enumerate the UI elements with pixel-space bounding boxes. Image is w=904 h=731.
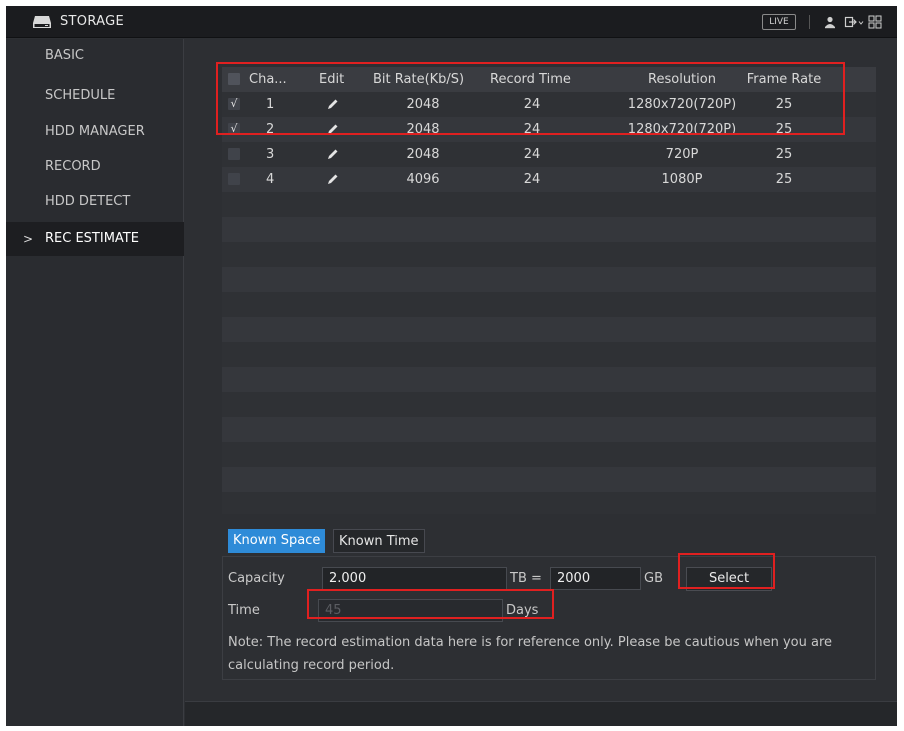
time-label: Time	[228, 603, 260, 618]
edit-icon[interactable]	[327, 148, 339, 160]
cell-channel: 1	[266, 97, 275, 112]
table-row-empty	[222, 242, 876, 267]
cell-frame-rate: 25	[775, 97, 793, 112]
row-checkbox[interactable]	[228, 148, 240, 160]
note-text-line2: calculating record period.	[228, 658, 395, 673]
grid-menu-icon[interactable]	[868, 15, 882, 29]
table-row-empty	[222, 192, 876, 217]
table-row-empty	[222, 367, 876, 392]
cell-frame-rate: 25	[775, 122, 793, 137]
note-text-line1: Note: The record estimation data here is…	[228, 635, 833, 650]
cell-channel: 3	[266, 147, 275, 162]
cell-frame-rate: 25	[775, 147, 793, 162]
tab-known-time[interactable]: Known Time	[333, 529, 425, 553]
header-channel[interactable]: Cha...	[249, 67, 287, 92]
titlebar-divider	[809, 15, 810, 29]
capacity-label: Capacity	[228, 571, 285, 586]
header-frame-rate: Frame Rate	[746, 72, 822, 87]
edit-icon[interactable]	[327, 98, 339, 110]
cell-record-time: 24	[523, 97, 541, 112]
select-button[interactable]: Select	[686, 567, 772, 591]
table-row[interactable]: 4 4096 24 1080P 25	[222, 167, 876, 192]
sidebar-item-label: REC ESTIMATE	[45, 231, 139, 246]
cell-frame-rate: 25	[775, 172, 793, 187]
sidebar-item-label: BASIC	[45, 48, 84, 63]
main-panel: Cha... Edit Bit Rate(Kb/S) Record Time R…	[185, 39, 897, 726]
table-row-empty	[222, 392, 876, 417]
cell-channel: 4	[266, 172, 275, 187]
cell-record-time: 24	[523, 172, 541, 187]
gb-unit-label: GB	[644, 571, 663, 586]
tb-unit-label: TB =	[510, 571, 542, 586]
table-row[interactable]: √ 2 2048 24 1280x720(720P) 25	[222, 117, 876, 142]
table-row-empty	[222, 342, 876, 367]
storage-icon	[33, 16, 51, 28]
title-bar: STORAGE LIVE	[6, 6, 897, 38]
cell-record-time: 24	[523, 147, 541, 162]
cell-bitrate: 4096	[406, 172, 440, 187]
page-title: STORAGE	[60, 14, 124, 29]
sidebar-item-label: HDD MANAGER	[45, 124, 145, 139]
tab-known-space[interactable]: Known Space	[228, 529, 326, 553]
sidebar-item-record[interactable]: RECORD	[6, 150, 184, 184]
channel-table: Cha... Edit Bit Rate(Kb/S) Record Time R…	[222, 67, 876, 514]
days-unit-label: Days	[506, 603, 539, 618]
table-row-empty	[222, 317, 876, 342]
sidebar-item-hdd-detect[interactable]: HDD DETECT	[6, 185, 184, 219]
storage-window: STORAGE LIVE BASIC SCHEDULE HDD MANAGER …	[6, 6, 897, 726]
cell-bitrate: 2048	[406, 147, 440, 162]
cell-record-time: 24	[523, 122, 541, 137]
table-row[interactable]: 3 2048 24 720P 25	[222, 142, 876, 167]
table-row-empty	[222, 217, 876, 242]
table-row-empty	[222, 417, 876, 442]
table-row-empty	[222, 267, 876, 292]
header-bitrate: Bit Rate(Kb/S)	[373, 72, 465, 87]
capacity-input[interactable]	[322, 567, 507, 590]
row-checkbox[interactable]: √	[228, 98, 240, 110]
header-edit: Edit	[319, 72, 345, 87]
gb-input[interactable]	[550, 567, 641, 590]
sidebar-item-rec-estimate[interactable]: > REC ESTIMATE	[6, 222, 184, 256]
sidebar-item-label: RECORD	[45, 159, 101, 174]
edit-icon[interactable]	[327, 173, 339, 185]
chevron-right-icon: >	[23, 232, 34, 246]
sidebar-item-schedule[interactable]: SCHEDULE	[6, 79, 184, 113]
table-row-empty	[222, 442, 876, 467]
sidebar: BASIC SCHEDULE HDD MANAGER RECORD HDD DE…	[6, 39, 184, 726]
sidebar-item-hdd-manager[interactable]: HDD MANAGER	[6, 115, 184, 149]
logout-icon[interactable]	[844, 15, 864, 29]
table-row-empty	[222, 292, 876, 317]
table-header: Cha... Edit Bit Rate(Kb/S) Record Time R…	[222, 67, 876, 92]
sidebar-item-basic[interactable]: BASIC	[6, 39, 184, 73]
cell-bitrate: 2048	[406, 122, 440, 137]
estimate-form: Capacity TB = GB Select Time Days Note: …	[222, 556, 876, 680]
sidebar-item-label: HDD DETECT	[45, 194, 131, 209]
table-row[interactable]: √ 1 2048 24 1280x720(720P) 25	[222, 92, 876, 117]
time-input	[318, 599, 503, 622]
sidebar-item-label: SCHEDULE	[45, 88, 116, 103]
table-row-empty	[222, 467, 876, 492]
row-checkbox[interactable]: √	[228, 123, 240, 135]
select-all-checkbox[interactable]	[228, 73, 240, 85]
table-row-empty	[222, 492, 876, 514]
user-icon[interactable]	[823, 15, 837, 29]
cell-bitrate: 2048	[406, 97, 440, 112]
edit-icon[interactable]	[327, 123, 339, 135]
cell-channel: 2	[266, 122, 275, 137]
row-checkbox[interactable]	[228, 173, 240, 185]
live-button[interactable]: LIVE	[762, 14, 796, 30]
header-record-time: Record Time	[490, 72, 571, 87]
bottom-bar	[185, 701, 897, 726]
